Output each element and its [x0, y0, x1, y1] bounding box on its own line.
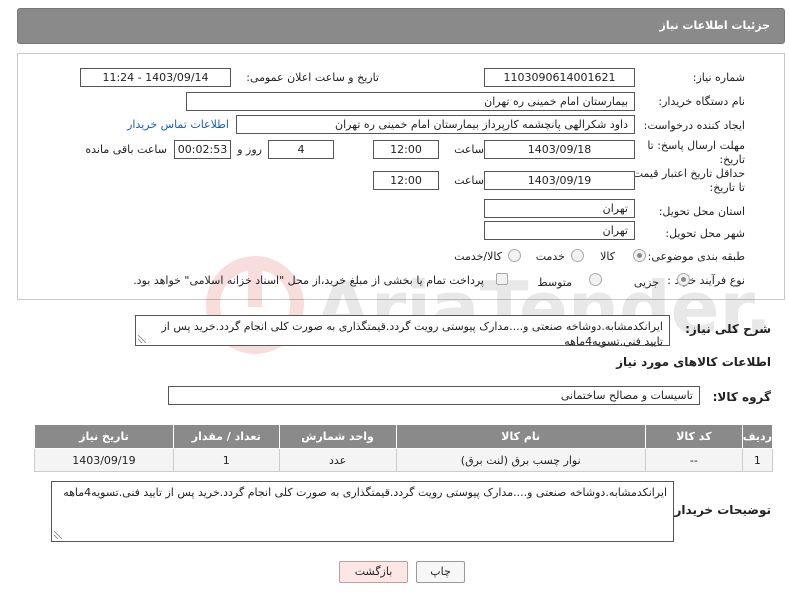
- need-number-field: 1103090614001621: [484, 68, 635, 87]
- deadline-time-field: 12:00: [373, 140, 439, 159]
- cell-item-code: --: [644, 448, 743, 472]
- deadline-label: مهلت ارسال پاسخ: تا تاریخ:: [647, 139, 745, 166]
- requester-field: داود شکرالهی پانچشمه کارپرداز بیمارستان …: [236, 115, 635, 134]
- buyer-notes-label: توضیحات خریدار:: [669, 503, 771, 517]
- validity-time-label: ساعت: [454, 174, 484, 187]
- announce-label: تاریخ و ساعت اعلان عمومی:: [246, 71, 379, 84]
- purchase-minor-label: جزیی: [633, 276, 659, 289]
- resize-grip-icon[interactable]: [54, 531, 62, 539]
- col-quantity: تعداد / مقدار: [172, 424, 280, 449]
- category-goods-service-label: کالا/خدمت: [454, 250, 502, 263]
- goods-group-field: تاسیسات و مصالح ساختمانی: [168, 386, 700, 405]
- cell-item-name: نوار چسب برق (لنت برق): [395, 448, 646, 472]
- category-service-label: خدمت: [535, 250, 565, 263]
- province-field: تهران: [484, 199, 635, 218]
- buyer-notes-textarea: ایرانکدمشابه.دوشاخه صنعتی و....مدارک پیو…: [51, 481, 674, 542]
- buyer-notes-text: ایرانکدمشابه.دوشاخه صنعتی و....مدارک پیو…: [63, 486, 667, 499]
- col-unit: واحد شمارش: [278, 424, 397, 449]
- page-header: جزئیات اطلاعات نیاز: [17, 8, 785, 44]
- category-service-radio[interactable]: [571, 249, 584, 262]
- cell-unit: عدد: [278, 448, 397, 472]
- announce-field: 1403/09/14 - 11:24: [80, 68, 231, 87]
- col-row-number: ردیف: [741, 424, 774, 449]
- buyer-org-field: بیمارستان امام خمینی ره تهران: [186, 92, 635, 111]
- remaining-time-field: 00:02:53: [174, 140, 231, 159]
- deadline-time-label: ساعت: [454, 143, 484, 156]
- goods-table: ردیف کد کالا نام کالا واحد شمارش تعداد /…: [34, 424, 774, 472]
- buyer-contact-link[interactable]: اطلاعات تماس خریدار: [127, 118, 229, 131]
- description-label: شرح کلی نیاز:: [685, 322, 771, 336]
- resize-grip-icon[interactable]: [138, 335, 146, 343]
- col-item-name: نام کالا: [395, 424, 646, 449]
- validity-time-field: 12:00: [373, 171, 439, 190]
- page-title: جزئیات اطلاعات نیاز: [659, 19, 771, 32]
- treasury-payment-note: پرداخت تمام یا بخشی از مبلغ خرید،از محل …: [133, 274, 484, 287]
- watermark-logo: AriaTender.neT: [206, 256, 775, 354]
- category-goods-label: کالا: [600, 250, 615, 263]
- description-textarea: ایرانکدمشابه.دوشاخه صنعتی و....مدارک پیو…: [135, 315, 670, 348]
- validity-label: حداقل تاریخ اعتبار قیمت: تا تاریخ:: [629, 167, 745, 194]
- treasury-payment-checkbox[interactable]: [496, 273, 508, 285]
- goods-section-title: اطلاعات کالاهای مورد نیاز: [616, 355, 771, 369]
- deadline-date-field: 1403/09/18: [484, 140, 635, 159]
- cell-need-date: 1403/09/19: [34, 448, 174, 472]
- cell-row-number: 1: [741, 448, 774, 472]
- requester-label: ایجاد کننده درخواست:: [643, 119, 745, 132]
- purchase-minor-radio[interactable]: [677, 273, 690, 286]
- goods-table-header: ردیف کد کالا نام کالا واحد شمارش تعداد /…: [34, 424, 774, 449]
- category-goods-service-radio[interactable]: [508, 249, 521, 262]
- goods-group-label: گروه کالا:: [712, 390, 771, 404]
- back-button[interactable]: بازگشت: [339, 561, 408, 583]
- category-goods-radio[interactable]: [633, 249, 646, 262]
- validity-date-field: 1403/09/19: [484, 171, 635, 190]
- buyer-org-label: نام دستگاه خریدار:: [658, 95, 745, 108]
- purchase-medium-label: متوسط: [537, 276, 572, 289]
- category-label: طبقه بندی موضوعی:: [647, 250, 745, 263]
- city-field: تهران: [484, 221, 635, 240]
- days-field: 4: [268, 140, 334, 159]
- purchase-medium-radio[interactable]: [589, 273, 602, 286]
- province-label: استان محل تحویل:: [658, 205, 745, 218]
- col-need-date: تاریخ نیاز: [34, 424, 174, 449]
- days-label: روز و: [237, 143, 262, 156]
- cell-quantity: 1: [172, 448, 280, 472]
- table-row: 1 -- نوار چسب برق (لنت برق) عدد 1 1403/0…: [34, 448, 774, 472]
- city-label: شهر محل تحویل:: [665, 227, 745, 240]
- print-button[interactable]: چاپ: [416, 561, 465, 583]
- description-text: ایرانکدمشابه.دوشاخه صنعتی و....مدارک پیو…: [161, 320, 663, 348]
- remaining-label: ساعت باقی مانده: [85, 143, 167, 156]
- need-number-label: شماره نیاز:: [692, 71, 745, 84]
- col-item-code: کد کالا: [644, 424, 743, 449]
